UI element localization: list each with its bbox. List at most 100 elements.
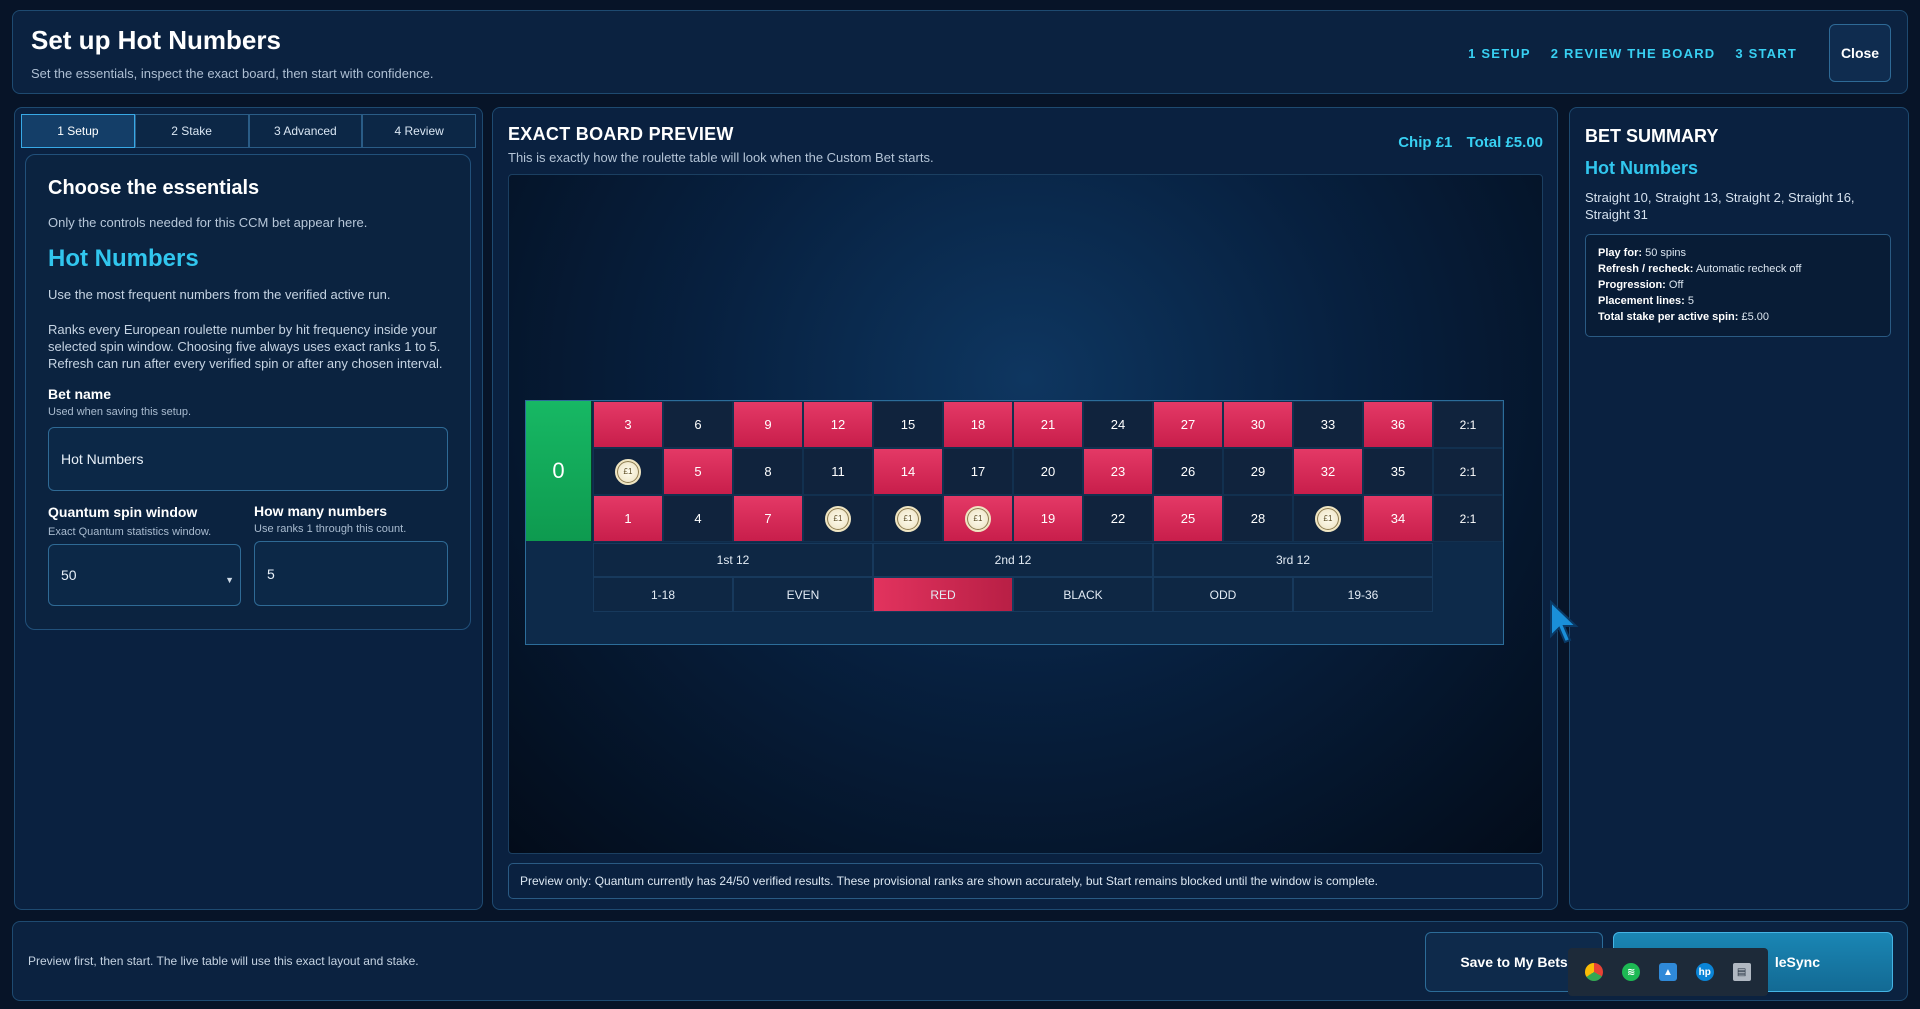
tab-review[interactable]: 4 Review [362, 114, 476, 148]
cell-19[interactable]: 19 [1013, 495, 1083, 542]
cell-21[interactable]: 21 [1013, 401, 1083, 448]
bet-name-label: Bet name [48, 386, 112, 402]
cell-7[interactable]: 7 [733, 495, 803, 542]
preview-heading: EXACT BOARD PREVIEW [508, 124, 734, 144]
outside-bet-1-18[interactable]: 1-18 [593, 577, 733, 612]
number-count-input[interactable]: 5 [254, 541, 448, 606]
essentials-subheading: Only the controls needed for this CCM be… [48, 215, 368, 230]
tab-setup[interactable]: 1 Setup [21, 114, 135, 148]
cell-35[interactable]: 35 [1363, 448, 1433, 495]
cell-29[interactable]: 29 [1223, 448, 1293, 495]
cell-number: 32 [1320, 464, 1336, 479]
outside-bet-even[interactable]: EVEN [733, 577, 873, 612]
chevron-down-icon: ▼ [225, 575, 234, 585]
footer-note: Preview first, then start. The live tabl… [28, 954, 419, 968]
cell-20[interactable]: 20 [1013, 448, 1083, 495]
chip-icon: £1 [1315, 505, 1341, 532]
cell-16[interactable]: £1 [943, 495, 1013, 542]
cell-15[interactable]: 15 [873, 401, 943, 448]
defender-icon[interactable]: ▲ [1658, 963, 1677, 981]
cell-22[interactable]: 22 [1083, 495, 1153, 542]
cell-28[interactable]: 28 [1223, 495, 1293, 542]
outside-bet-black[interactable]: BLACK [1013, 577, 1153, 612]
dozen-bet-1[interactable]: 1st 12 [593, 543, 873, 577]
outside-bet-19-36[interactable]: 19-36 [1293, 577, 1433, 612]
cell-number: 15 [900, 417, 916, 432]
board-stage: 0 3 6 9 12 15 18 21 24 27 30 33 36 2:1 £1 5 8 11 14 17 20 23… [508, 174, 1543, 854]
cell-24[interactable]: 24 [1083, 401, 1153, 448]
cell-number: 3 [624, 417, 632, 432]
cell-27[interactable]: 27 [1153, 401, 1223, 448]
header-bar: Set up Hot Numbers Set the essentials, i… [12, 10, 1908, 94]
cell-number: 34 [1390, 511, 1406, 526]
cell-3[interactable]: 3 [593, 401, 663, 448]
cell-9[interactable]: 9 [733, 401, 803, 448]
chip-value: Chip £1 [1398, 134, 1453, 151]
cell-32[interactable]: 32 [1293, 448, 1363, 495]
cell-0[interactable]: 0 [526, 401, 592, 541]
step-review[interactable]: 2 REVIEW THE BOARD [1551, 46, 1716, 61]
cell-23[interactable]: 23 [1083, 448, 1153, 495]
cell-11[interactable]: 11 [803, 448, 873, 495]
step-indicator: 1 SETUP 2 REVIEW THE BOARD 3 START [1468, 46, 1797, 61]
cell-5[interactable]: 5 [663, 448, 733, 495]
hp-icon[interactable]: hp [1695, 963, 1714, 981]
cell-13[interactable]: £1 [873, 495, 943, 542]
cell-10[interactable]: £1 [803, 495, 873, 542]
bet-explanation: Ranks every European roulette number by … [48, 322, 443, 371]
step-setup[interactable]: 1 SETUP [1468, 46, 1531, 61]
cell-12[interactable]: 12 [803, 401, 873, 448]
cell-25[interactable]: 25 [1153, 495, 1223, 542]
cell-number: 30 [1250, 417, 1266, 432]
cell-2[interactable]: £1 [593, 448, 663, 495]
outside-bet-odd[interactable]: ODD [1153, 577, 1293, 612]
cell-18[interactable]: 18 [943, 401, 1013, 448]
cell-6[interactable]: 6 [663, 401, 733, 448]
spin-window-value: 50 [61, 567, 77, 583]
column-bet-3[interactable]: 2:1 [1433, 495, 1503, 542]
cell-14[interactable]: 14 [873, 448, 943, 495]
system-tray: ≋ ▲ hp ▤ [1568, 948, 1768, 996]
cell-number: 5 [694, 464, 702, 479]
bet-type-title: Hot Numbers [48, 245, 199, 272]
column-bet-2[interactable]: 2:1 [1433, 448, 1503, 495]
chat-icon[interactable]: ▤ [1732, 963, 1751, 981]
setup-tabs: 1 Setup 2 Stake 3 Advanced 4 Review [21, 114, 476, 148]
cell-number: 11 [831, 464, 845, 479]
cell-number: 35 [1390, 464, 1406, 479]
cell-30[interactable]: 30 [1223, 401, 1293, 448]
cell-31[interactable]: £1 [1293, 495, 1363, 542]
close-button[interactable]: Close [1829, 24, 1891, 82]
column-bet-1[interactable]: 2:1 [1433, 401, 1503, 448]
cell-number: 28 [1250, 511, 1266, 526]
tab-advanced[interactable]: 3 Advanced [248, 114, 363, 148]
bet-name-input[interactable]: Hot Numbers [48, 427, 448, 491]
roulette-table: 0 3 6 9 12 15 18 21 24 27 30 33 36 2:1 £1 5 8 11 14 17 20 23… [525, 400, 1504, 645]
cell-number: 26 [1180, 464, 1196, 479]
cell-34[interactable]: 34 [1363, 495, 1433, 542]
cell-26[interactable]: 26 [1153, 448, 1223, 495]
dozen-bet-2[interactable]: 2nd 12 [873, 543, 1153, 577]
dozen-bet-3[interactable]: 3rd 12 [1153, 543, 1433, 577]
step-start[interactable]: 3 START [1735, 46, 1797, 61]
cell-8[interactable]: 8 [733, 448, 803, 495]
cell-17[interactable]: 17 [943, 448, 1013, 495]
cell-number: 27 [1180, 417, 1196, 432]
cell-number: 12 [830, 417, 846, 432]
tab-stake[interactable]: 2 Stake [134, 114, 249, 148]
summary-bet-name: Hot Numbers [1585, 158, 1699, 178]
number-count-label: How many numbers [254, 503, 388, 519]
spin-window-select[interactable]: 50 ▼ [48, 544, 241, 606]
cell-number: 19 [1040, 511, 1056, 526]
setup-panel: 1 Setup 2 Stake 3 Advanced 4 Review Choo… [14, 107, 483, 910]
spotify-icon[interactable]: ≋ [1622, 963, 1641, 981]
cell-number: 23 [1110, 464, 1126, 479]
cell-4[interactable]: 4 [663, 495, 733, 542]
cell-number: 36 [1390, 417, 1406, 432]
outside-bet-red[interactable]: RED [873, 577, 1013, 612]
cell-number: 24 [1110, 417, 1126, 432]
cell-36[interactable]: 36 [1363, 401, 1433, 448]
chrome-icon[interactable] [1585, 963, 1604, 981]
cell-33[interactable]: 33 [1293, 401, 1363, 448]
cell-1[interactable]: 1 [593, 495, 663, 542]
